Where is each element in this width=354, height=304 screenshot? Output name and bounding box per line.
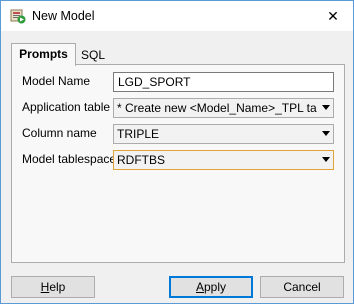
title-bar[interactable]: New Model ✕ — [1, 1, 353, 31]
apply-mnemonic: A — [195, 280, 204, 294]
new-model-dialog: New Model ✕ Prompts SQL Model Name Appli… — [0, 0, 354, 304]
apply-button[interactable]: Apply — [169, 276, 253, 298]
chevron-down-icon — [322, 131, 330, 136]
close-button[interactable]: ✕ — [319, 5, 347, 27]
application-table-label: Application table — [22, 100, 111, 114]
application-table-value: * Create new <Model_Name>_TPL table * — [117, 101, 317, 115]
help-label-rest: elp — [49, 280, 66, 294]
column-name-value: TRIPLE — [117, 127, 160, 141]
model-name-input[interactable] — [113, 72, 334, 92]
help-button[interactable]: Help — [11, 276, 95, 298]
model-name-label: Model Name — [22, 74, 91, 88]
chevron-down-icon — [322, 105, 330, 110]
cancel-button[interactable]: Cancel — [260, 276, 344, 298]
model-tablespace-value: RDFTBS — [117, 153, 165, 167]
close-icon: ✕ — [327, 8, 339, 24]
window-title: New Model — [32, 9, 95, 23]
tab-prompts[interactable]: Prompts — [11, 43, 76, 66]
model-tablespace-label: Model tablespace — [22, 152, 117, 166]
model-icon — [10, 9, 26, 24]
column-name-select[interactable]: TRIPLE — [113, 124, 334, 144]
apply-label-rest: pply — [204, 280, 227, 294]
chevron-down-icon — [322, 157, 330, 162]
application-table-select[interactable]: * Create new <Model_Name>_TPL table * — [113, 98, 334, 118]
column-name-label: Column name — [22, 126, 97, 140]
model-tablespace-select[interactable]: RDFTBS — [113, 150, 334, 170]
prompts-panel: Model Name Application table * Create ne… — [11, 64, 345, 263]
